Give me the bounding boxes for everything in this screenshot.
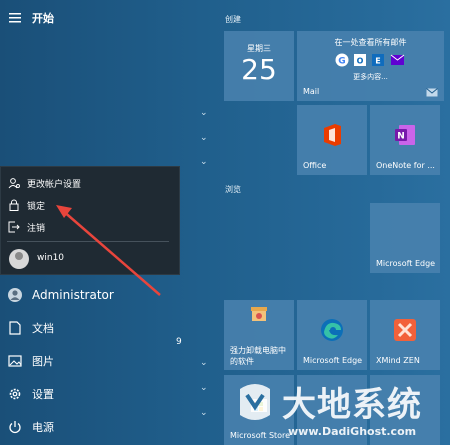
watermark-logo	[240, 384, 270, 420]
watermark: 大地系统 www.DadiGhost.com	[230, 375, 450, 445]
watermark-brand: 大地系统	[282, 385, 422, 425]
watermark-url: www.DadiGhost.com	[288, 425, 417, 438]
